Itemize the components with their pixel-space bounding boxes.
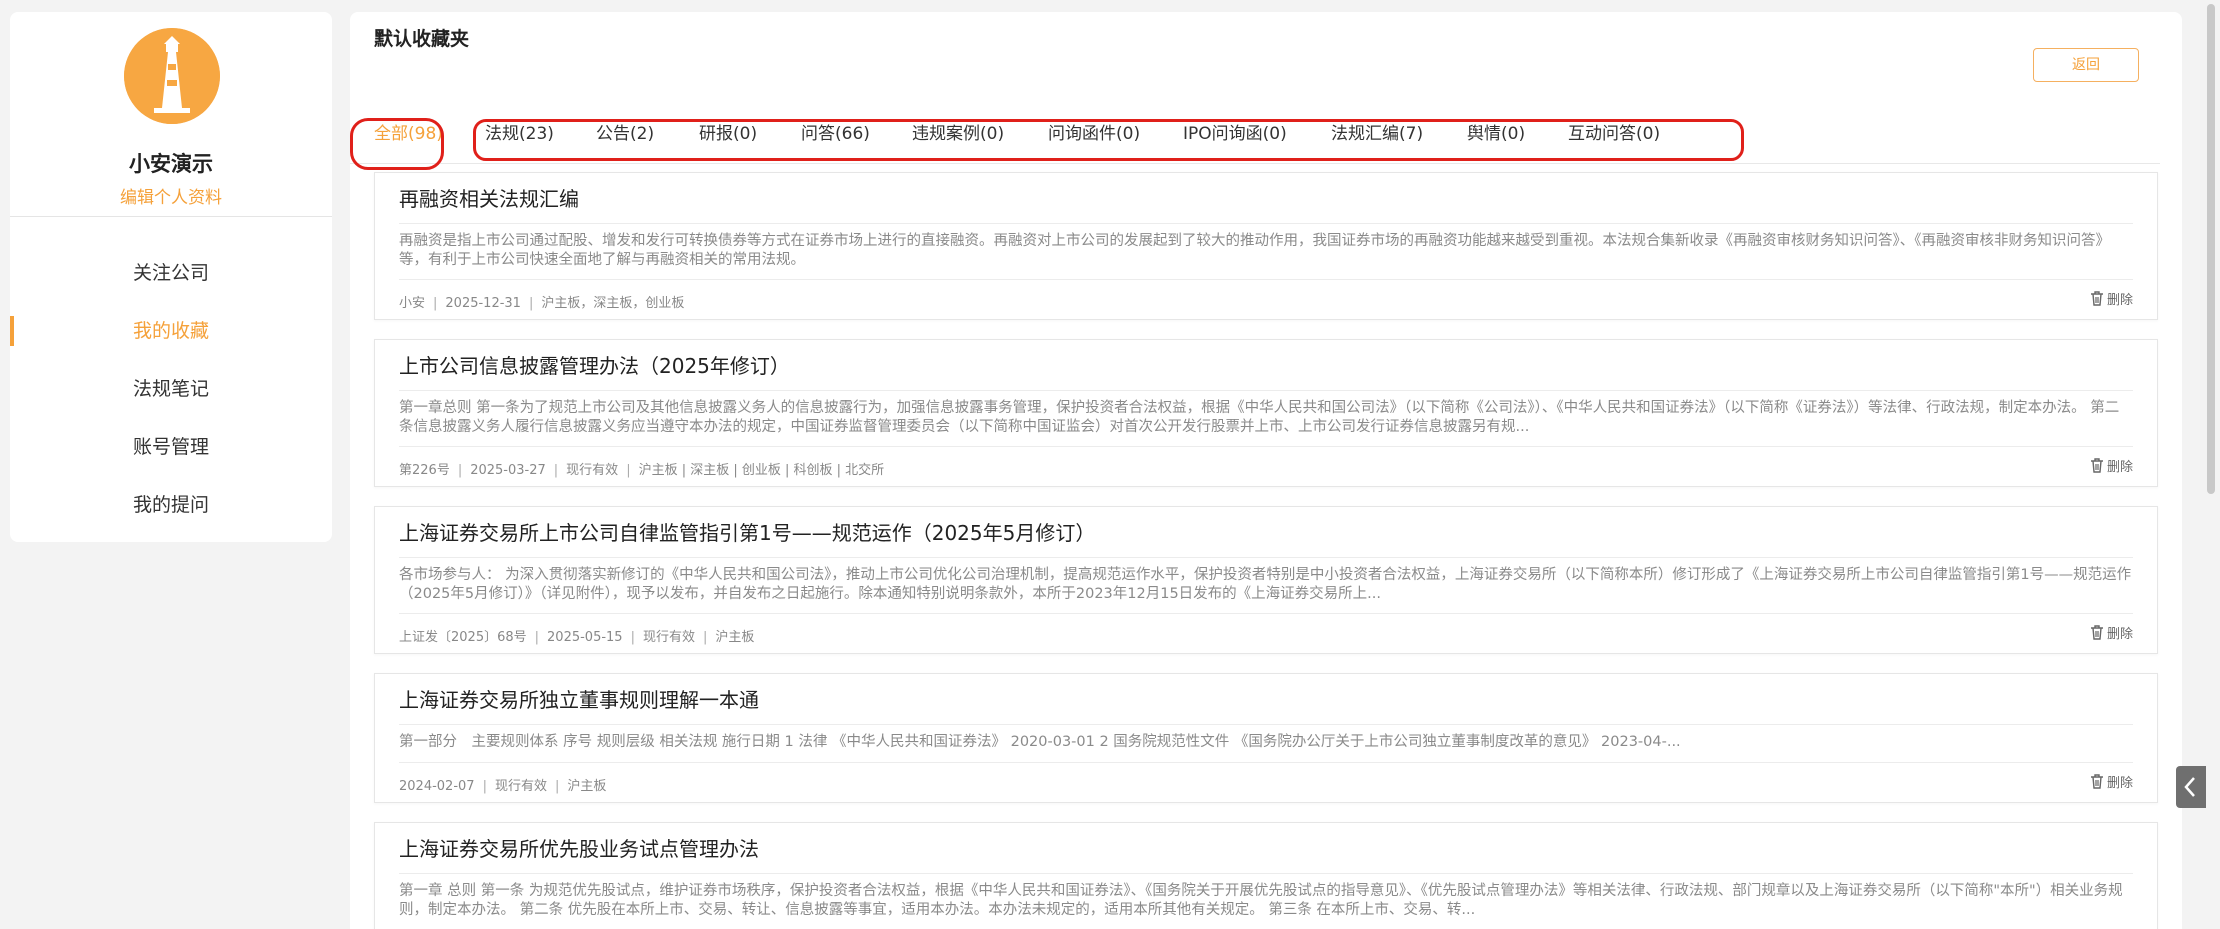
card-summary: 各市场参与人： 为深入贯彻落实新修订的《中华人民共和国公司法》，推动上市公司优化…	[399, 567, 2132, 602]
card-title[interactable]: 上海证券交易所上市公司自律监管指引第1号——规范运作（2025年5月修订）	[399, 517, 1095, 546]
trash-icon	[2090, 774, 2103, 789]
sidebar: 小安演示 编辑个人资料 关注公司 我的收藏 法规笔记 账号管理 我的提问	[10, 12, 332, 542]
card-divider	[399, 390, 2133, 391]
tab-research-reports[interactable]: 研报(0)	[699, 106, 757, 162]
delete-label: 删除	[2106, 293, 2133, 308]
card-title[interactable]: 再融资相关法规汇编	[399, 183, 579, 212]
collapse-panel-button[interactable]	[2176, 766, 2206, 808]
meta-date: 2025-03-27	[470, 463, 546, 478]
lighthouse-logo-icon	[124, 28, 220, 124]
tab-regulation-compilations[interactable]: 法规汇编(7)	[1331, 106, 1423, 162]
favorite-card[interactable]: 上海证券交易所优先股业务试点管理办法 第一章 总则 第一条 为规范优先股试点，维…	[374, 822, 2158, 929]
tab-interactive-qa[interactable]: 互动问答(0)	[1568, 106, 1660, 162]
delete-button[interactable]: 删除	[2089, 772, 2133, 791]
delete-label: 删除	[2106, 776, 2133, 791]
meta-doc-number: 上证发〔2025〕68号	[399, 630, 527, 645]
card-divider	[399, 613, 2133, 614]
meta-boards: 沪主板 | 深主板 | 创业板 | 科创板 | 北交所	[638, 463, 885, 478]
delete-button[interactable]: 删除	[2089, 456, 2133, 475]
card-divider	[399, 557, 2133, 558]
meta-date: 2025-05-15	[547, 630, 623, 645]
card-title[interactable]: 上市公司信息披露管理办法（2025年修订）	[399, 350, 790, 379]
card-title[interactable]: 上海证券交易所独立董事规则理解一本通	[399, 684, 759, 713]
meta-author: 小安	[399, 296, 426, 311]
sidebar-menu: 关注公司 我的收藏 法规笔记 账号管理 我的提问	[10, 244, 332, 534]
trash-icon	[2090, 458, 2103, 473]
delete-button[interactable]: 删除	[2089, 289, 2133, 308]
meta-boards: 沪主板	[715, 630, 755, 645]
page-title: 默认收藏夹	[374, 28, 470, 50]
tab-violation-cases[interactable]: 违规案例(0)	[912, 106, 1004, 162]
tab-ipo-inquiry-letters[interactable]: IPO问询函(0)	[1183, 106, 1287, 162]
delete-label: 删除	[2106, 460, 2133, 475]
meta-status: 现行有效	[642, 630, 695, 645]
meta-date: 2025-12-31	[445, 296, 521, 311]
favorite-card[interactable]: 上市公司信息披露管理办法（2025年修订） 第一章总则 第一条为了规范上市公司及…	[374, 339, 2158, 487]
card-divider	[399, 724, 2133, 725]
scrollbar-thumb[interactable]	[2207, 4, 2215, 494]
tab-all[interactable]: 全部(98)	[374, 106, 443, 162]
meta-boards: 沪主板，深主板，创业板	[541, 296, 685, 311]
meta-boards: 沪主板	[567, 779, 607, 794]
tab-inquiry-letters[interactable]: 问询函件(0)	[1048, 106, 1140, 162]
sidebar-item-account-management[interactable]: 账号管理	[10, 418, 332, 476]
delete-button[interactable]: 删除	[2089, 623, 2133, 642]
tab-regulations[interactable]: 法规(23)	[485, 106, 554, 162]
sidebar-item-regulation-notes[interactable]: 法规笔记	[10, 360, 332, 418]
card-summary: 第一章总则 第一条为了规范上市公司及其他信息披露义务人的信息披露行为，加强信息披…	[399, 400, 2120, 435]
card-summary: 第一部分 主要规则体系 序号 规则层级 相关法规 施行日期 1 法律 《中华人民…	[399, 734, 1681, 750]
card-divider	[399, 762, 2133, 763]
meta-status: 现行有效	[494, 779, 547, 794]
back-button[interactable]: 返回	[2033, 48, 2139, 82]
meta-doc-number: 第226号	[399, 463, 450, 478]
sidebar-item-follow-companies[interactable]: 关注公司	[10, 244, 332, 302]
card-divider	[399, 446, 2133, 447]
trash-icon	[2090, 291, 2103, 306]
favorite-card[interactable]: 上海证券交易所上市公司自律监管指引第1号——规范运作（2025年5月修订） 各市…	[374, 506, 2158, 654]
sidebar-item-my-questions[interactable]: 我的提问	[10, 476, 332, 534]
favorite-card[interactable]: 上海证券交易所独立董事规则理解一本通 第一部分 主要规则体系 序号 规则层级 相…	[374, 673, 2158, 803]
card-summary: 再融资是指上市公司通过配股、增发和发行可转换债券等方式在证券市场上进行的直接融资…	[399, 233, 2110, 268]
meta-date: 2024-02-07	[399, 779, 475, 794]
tab-public-opinion[interactable]: 舆情(0)	[1467, 106, 1525, 162]
card-divider	[399, 223, 2133, 224]
edit-profile-link[interactable]: 编辑个人资料	[10, 183, 332, 208]
tab-qa[interactable]: 问答(66)	[801, 106, 870, 162]
trash-icon	[2090, 625, 2103, 640]
card-meta: 2024-02-07 | 现行有效 | 沪主板	[399, 779, 607, 794]
card-meta: 第226号 | 2025-03-27 | 现行有效 | 沪主板 | 深主板 | 创业板 | …	[399, 463, 885, 478]
page-scrollbar[interactable]	[2206, 0, 2216, 929]
card-title[interactable]: 上海证券交易所优先股业务试点管理办法	[399, 833, 759, 862]
chevron-left-icon	[2184, 777, 2195, 797]
meta-status: 现行有效	[566, 463, 619, 478]
card-divider	[399, 873, 2133, 874]
sidebar-divider	[10, 216, 332, 217]
sidebar-item-my-favorites[interactable]: 我的收藏	[10, 302, 332, 360]
card-divider	[399, 279, 2133, 280]
category-tabs: 全部(98) 法规(23) 公告(2) 研报(0) 问答(66) 违规案例(0)…	[350, 106, 2160, 164]
favorite-card[interactable]: 再融资相关法规汇编 再融资是指上市公司通过配股、增发和发行可转换债券等方式在证券…	[374, 172, 2158, 320]
card-meta: 上证发〔2025〕68号 | 2025-05-15 | 现行有效 | 沪主板	[399, 630, 755, 645]
username: 小安演示	[129, 152, 213, 176]
delete-label: 删除	[2106, 627, 2133, 642]
avatar[interactable]	[124, 28, 220, 124]
tab-announcements[interactable]: 公告(2)	[596, 106, 654, 162]
card-summary: 第一章 总则 第一条 为规范优先股试点，维护证券市场秩序，保护投资者合法权益，根…	[399, 883, 2123, 918]
main-panel: 默认收藏夹 返回 全部(98) 法规(23) 公告(2) 研报(0) 问答(66…	[350, 12, 2182, 929]
card-meta: 小安 | 2025-12-31 | 沪主板，深主板，创业板	[399, 296, 685, 311]
